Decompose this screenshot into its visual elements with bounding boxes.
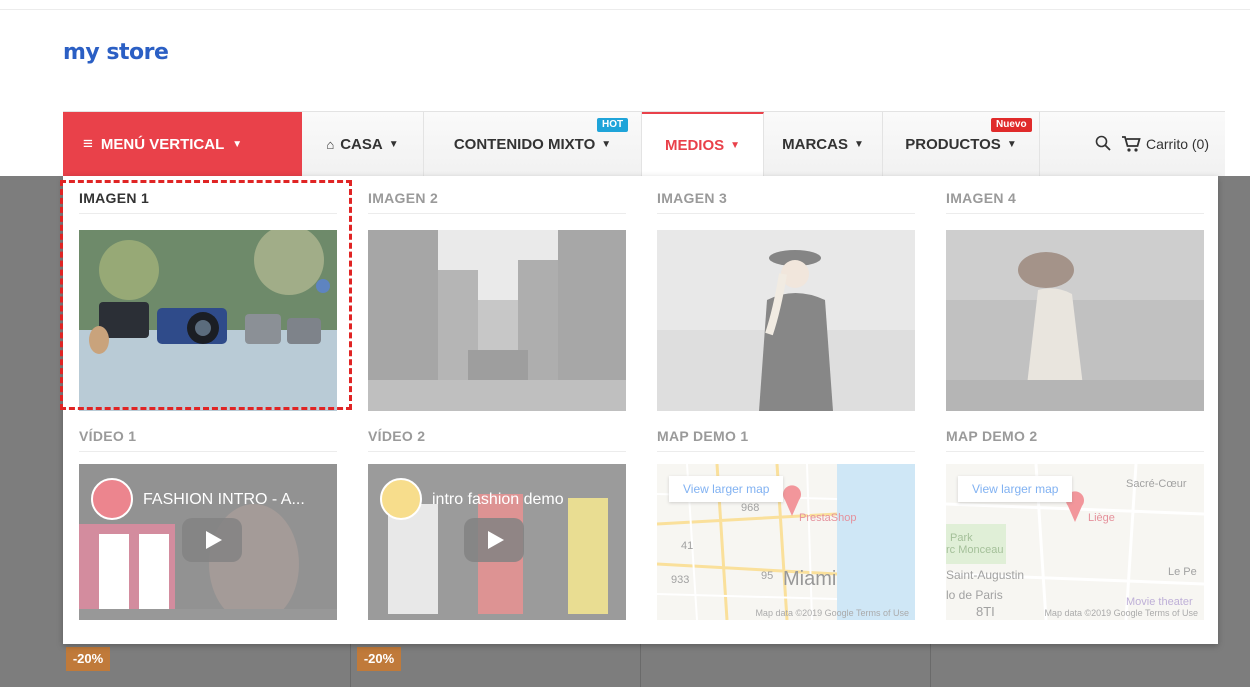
channel-avatar[interactable] bbox=[91, 478, 133, 520]
block-title: MAP DEMO 1 bbox=[657, 420, 915, 452]
nav-item-label: CASA bbox=[340, 135, 383, 153]
woman-field-image[interactable] bbox=[946, 230, 1204, 411]
nav-item-label: CONTENIDO MIXTO bbox=[453, 135, 596, 153]
view-larger-map-link[interactable]: View larger map bbox=[669, 476, 784, 502]
nav-item-medios[interactable]: MEDIOS ▼ bbox=[642, 112, 764, 176]
map-footer[interactable]: Map data ©2019 Google Terms of Use bbox=[755, 608, 909, 618]
block-title: IMAGEN 1 bbox=[79, 182, 337, 214]
nav-tools: Carrito (0) bbox=[1040, 112, 1225, 176]
map-embed-2[interactable]: View larger map Liège Sacré-Cœur Park rc… bbox=[946, 464, 1204, 620]
video-player-1[interactable]: FASHION INTRO - A... bbox=[79, 464, 337, 620]
vertical-menu-button[interactable]: ≡ MENÚ VERTICAL ▼ bbox=[63, 112, 302, 176]
cart-label: Carrito (0) bbox=[1145, 136, 1209, 152]
nav-item-marcas[interactable]: MARCAS ▼ bbox=[764, 112, 883, 176]
map-label: Saint-Augustin bbox=[946, 568, 1025, 582]
map-footer[interactable]: Map data ©2019 Google Terms of Use bbox=[1044, 608, 1198, 618]
map-label: Movie theater bbox=[1126, 596, 1193, 608]
map-block-2: MAP DEMO 2 View larger map Liège Sacré-C… bbox=[946, 420, 1204, 620]
nav-item-contenido-mixto[interactable]: HOT CONTENIDO MIXTO ▼ bbox=[424, 112, 642, 176]
view-larger-map-link[interactable]: View larger map bbox=[958, 476, 1073, 502]
discount-badge: -20% bbox=[66, 647, 110, 671]
main-navigation: ≡ MENÚ VERTICAL ▼ ⌂ CASA ▼ HOT CONTENIDO… bbox=[63, 111, 1225, 176]
hamburger-icon: ≡ bbox=[83, 134, 93, 153]
map-road-label: 41 bbox=[681, 540, 694, 552]
map-label: 8TI bbox=[976, 604, 995, 619]
map-embed-1[interactable]: View larger map PrestaShop 968 41 933 95… bbox=[657, 464, 915, 620]
map-label: lo de Paris bbox=[946, 588, 1003, 602]
video-block-1: VÍDEO 1 FASHION INTRO - A... bbox=[79, 420, 337, 620]
block-title: VÍDEO 1 bbox=[79, 420, 337, 452]
new-badge: Nuevo bbox=[991, 118, 1032, 132]
play-icon[interactable] bbox=[182, 518, 242, 562]
nav-item-productos[interactable]: Nuevo PRODUCTOS ▼ bbox=[883, 112, 1040, 176]
top-divider bbox=[0, 9, 1250, 10]
nav-item-label: PRODUCTOS bbox=[905, 135, 1001, 153]
search-icon[interactable] bbox=[1095, 135, 1111, 154]
street-image[interactable] bbox=[368, 230, 626, 411]
woman-hat-image[interactable] bbox=[657, 230, 915, 411]
caret-down-icon: ▼ bbox=[232, 138, 243, 150]
video-title[interactable]: intro fashion demo bbox=[432, 491, 564, 509]
map-label: Le Pe bbox=[1168, 566, 1197, 578]
map-label: Sacré-Cœur bbox=[1126, 478, 1187, 490]
camera-image[interactable] bbox=[79, 230, 337, 411]
nav-item-label: MEDIOS bbox=[664, 136, 725, 154]
video-title[interactable]: FASHION INTRO - A... bbox=[143, 491, 305, 509]
map-road-label: 933 bbox=[671, 574, 690, 586]
video-block-2: VÍDEO 2 intro fashion demo bbox=[368, 420, 626, 620]
map-place-label: PrestaShop bbox=[799, 512, 857, 524]
play-icon[interactable] bbox=[464, 518, 524, 562]
map-block-1: MAP DEMO 1 View larger map PrestaShop 96… bbox=[657, 420, 915, 620]
hot-badge: HOT bbox=[597, 118, 629, 132]
map-label: Park bbox=[950, 532, 973, 544]
image-block-1: IMAGEN 1 bbox=[79, 182, 337, 411]
caret-down-icon: ▼ bbox=[730, 139, 741, 151]
map-road-label: 95 bbox=[761, 570, 774, 582]
cart-button[interactable]: Carrito (0) bbox=[1121, 135, 1209, 153]
block-title: IMAGEN 4 bbox=[946, 182, 1204, 214]
image-block-2: IMAGEN 2 bbox=[368, 182, 626, 411]
video-player-2[interactable]: intro fashion demo bbox=[368, 464, 626, 620]
map-city-label: Miami bbox=[783, 568, 837, 590]
image-block-4: IMAGEN 4 bbox=[946, 182, 1204, 411]
channel-avatar[interactable] bbox=[380, 478, 422, 520]
store-logo[interactable]: my store bbox=[63, 40, 169, 65]
nav-item-casa[interactable]: ⌂ CASA ▼ bbox=[302, 112, 424, 176]
medios-dropdown: IMAGEN 1 IMAGEN 2 IMAGEN 3 IMAGEN 4 VÍDE… bbox=[63, 176, 1218, 644]
home-icon: ⌂ bbox=[326, 136, 335, 152]
map-place-label: Liège bbox=[1088, 512, 1115, 524]
discount-badge: -20% bbox=[357, 647, 401, 671]
block-title: IMAGEN 2 bbox=[368, 182, 626, 214]
caret-down-icon: ▼ bbox=[853, 138, 864, 150]
cart-icon bbox=[1121, 136, 1141, 152]
map-road-label: 968 bbox=[741, 502, 760, 514]
nav-item-label: MARCAS bbox=[782, 135, 848, 153]
map-label: rc Monceau bbox=[946, 544, 1004, 556]
vertical-menu-label: MENÚ VERTICAL bbox=[100, 135, 225, 153]
caret-down-icon: ▼ bbox=[388, 138, 399, 150]
block-title: VÍDEO 2 bbox=[368, 420, 626, 452]
block-title: IMAGEN 3 bbox=[657, 182, 915, 214]
block-title: MAP DEMO 2 bbox=[946, 420, 1204, 452]
image-block-3: IMAGEN 3 bbox=[657, 182, 915, 411]
caret-down-icon: ▼ bbox=[1006, 138, 1017, 150]
caret-down-icon: ▼ bbox=[601, 138, 612, 150]
